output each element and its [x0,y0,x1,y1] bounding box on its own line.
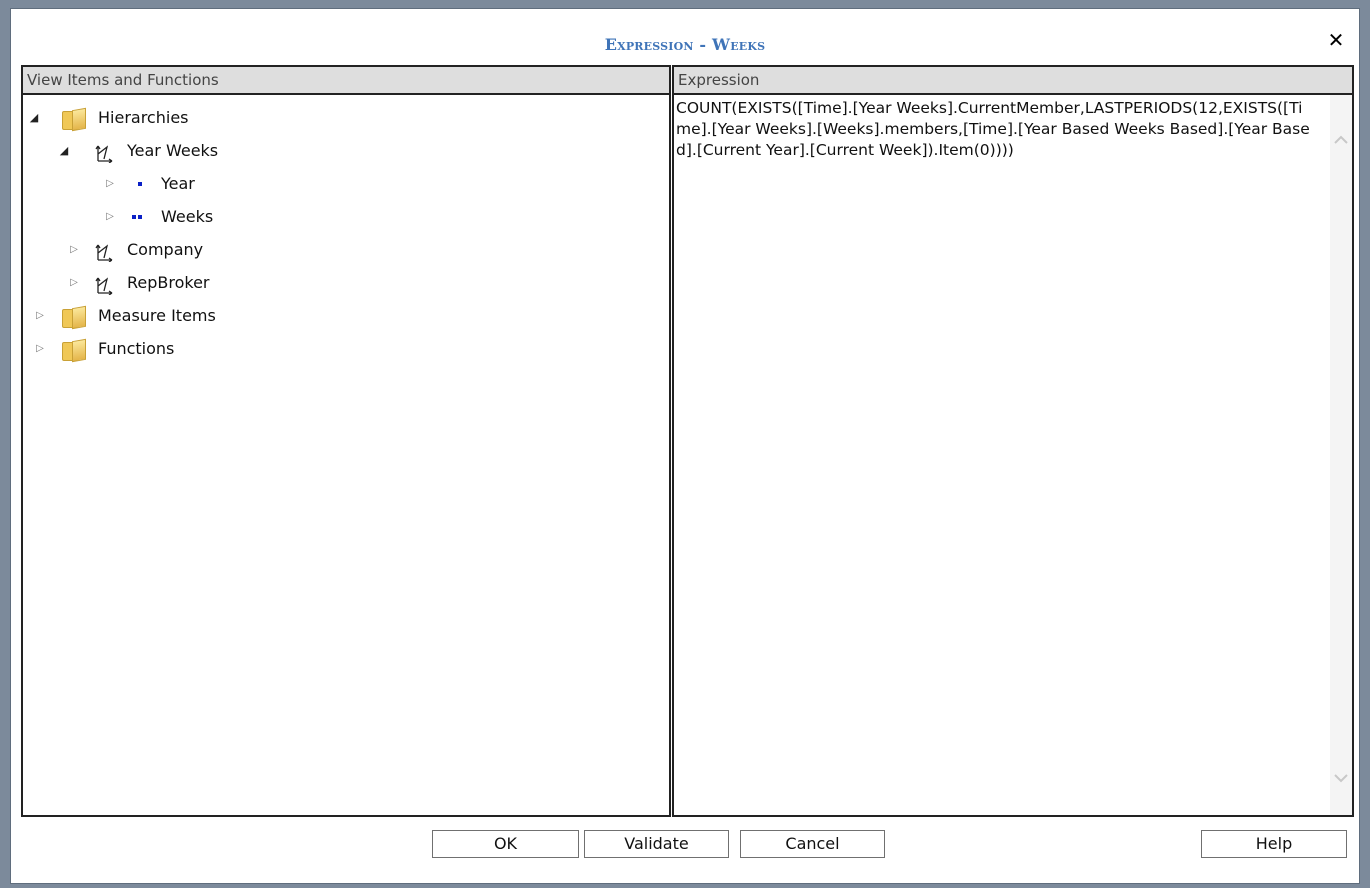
folder-icon [62,107,86,132]
help-button[interactable]: Help [1201,830,1347,858]
expression-panel-header: Expression [674,67,1352,95]
dialog-footer: OK Validate Cancel Help [11,819,1359,883]
expanded-arrow-icon[interactable]: ◢ [57,134,71,167]
scroll-up-icon[interactable] [1333,133,1349,147]
hierarchy-icon [95,273,117,296]
expanded-arrow-icon[interactable]: ◢ [27,101,41,134]
tree-node-measure-items[interactable]: ▷ Measure Items [23,299,669,332]
items-panel: View Items and Functions ◢ Hierarchies ◢… [21,65,671,817]
tree-node-label: Company [127,240,204,259]
hierarchy-icon [95,240,117,263]
items-panel-header: View Items and Functions [23,67,669,95]
close-icon[interactable]: ✕ [1325,29,1347,51]
tree-node-label: Year Weeks [127,141,219,160]
collapsed-arrow-icon[interactable]: ▷ [33,299,47,332]
level-icon [132,215,144,219]
tree-node-company[interactable]: ▷ Company [23,233,669,266]
collapsed-arrow-icon[interactable]: ▷ [103,200,117,233]
dialog-title: Expression - Weeks [604,35,766,54]
cancel-button[interactable]: Cancel [740,830,885,858]
tree-node-year[interactable]: ▷ Year [23,167,669,200]
collapsed-arrow-icon[interactable]: ▷ [67,233,81,266]
tree-node-label: Hierarchies [98,108,189,127]
level-icon [138,182,143,186]
expression-textarea[interactable]: COUNT(EXISTS([Time].[Year Weeks].Current… [674,95,1352,161]
dialog-titlebar: Expression - Weeks ✕ [11,9,1359,65]
tree-node-functions[interactable]: ▷ Functions [23,332,669,365]
items-tree: ◢ Hierarchies ◢ Year Weeks ▷ Year ▷ Week… [23,95,669,365]
expression-panel: Expression COUNT(EXISTS([Time].[Year Wee… [672,65,1354,817]
hierarchy-icon [95,141,117,164]
ok-button[interactable]: OK [432,830,579,858]
tree-node-label: Measure Items [98,306,216,325]
scroll-down-icon[interactable] [1333,771,1349,785]
expression-dialog: Expression - Weeks ✕ View Items and Func… [10,8,1360,884]
folder-icon [62,338,86,363]
tree-node-repbroker[interactable]: ▷ RepBroker [23,266,669,299]
vertical-scrollbar[interactable] [1330,95,1352,815]
collapsed-arrow-icon[interactable]: ▷ [103,167,117,200]
collapsed-arrow-icon[interactable]: ▷ [33,332,47,365]
folder-icon [62,305,86,330]
tree-node-label: Weeks [161,207,214,226]
tree-node-label: Functions [98,339,175,358]
collapsed-arrow-icon[interactable]: ▷ [67,266,81,299]
tree-node-hierarchies[interactable]: ◢ Hierarchies [23,101,669,134]
tree-node-label: RepBroker [127,273,210,292]
tree-node-year-weeks[interactable]: ◢ Year Weeks [23,134,669,167]
tree-node-label: Year [161,174,195,193]
tree-node-weeks[interactable]: ▷ Weeks [23,200,669,233]
validate-button[interactable]: Validate [584,830,729,858]
